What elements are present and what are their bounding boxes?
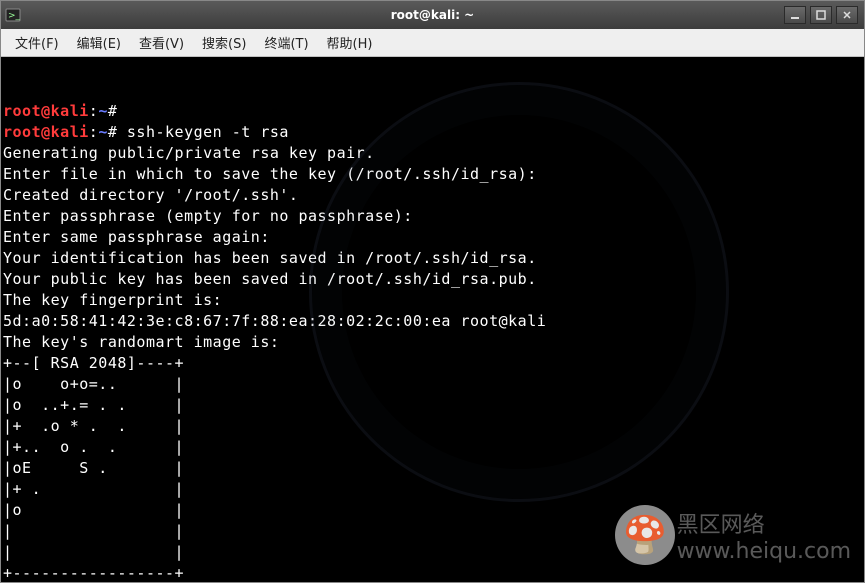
output-line: Created directory '/root/.ssh'. <box>3 186 298 204</box>
randomart-line: |o | <box>3 501 184 519</box>
randomart-line: | | <box>3 543 184 561</box>
output-line: 5d:a0:58:41:42:3e:c8:67:7f:88:ea:28:02:2… <box>3 312 546 330</box>
cmd-ssh-keygen: ssh-keygen -t rsa <box>127 123 289 141</box>
prompt-user: root@kali <box>3 102 89 120</box>
randomart-line: |+ . | <box>3 480 184 498</box>
menu-terminal[interactable]: 终端(T) <box>256 30 316 55</box>
menu-file[interactable]: 文件(F) <box>7 30 67 55</box>
prompt-path: ~ <box>98 102 108 120</box>
minimize-button[interactable] <box>784 6 806 24</box>
output-line: Enter file in which to save the key (/ro… <box>3 165 537 183</box>
output-line: Generating public/private rsa key pair. <box>3 144 375 162</box>
watermark-line2: www.heiqu.com <box>677 539 851 565</box>
close-button[interactable] <box>836 6 858 24</box>
menu-edit[interactable]: 编辑(E) <box>69 30 129 55</box>
prompt-sep: : <box>89 102 99 120</box>
randomart-line: +-----------------+ <box>3 564 184 582</box>
output-line: The key's randomart image is: <box>3 333 279 351</box>
terminal-area[interactable]: root@kali:~# root@kali:~# ssh-keygen -t … <box>1 57 864 582</box>
randomart-line: |+ .o * . . | <box>3 417 184 435</box>
randomart-line: |oE S . | <box>3 459 184 477</box>
maximize-button[interactable] <box>810 6 832 24</box>
randomart-line: |o ..+.= . . | <box>3 396 184 414</box>
menubar: 文件(F) 编辑(E) 查看(V) 搜索(S) 终端(T) 帮助(H) <box>1 29 864 57</box>
watermark-icon: 🍄 <box>615 505 675 565</box>
output-line: Your public key has been saved in /root/… <box>3 270 537 288</box>
output-line: Your identification has been saved in /r… <box>3 249 537 267</box>
window-title: root@kali: ~ <box>1 8 864 22</box>
watermark-text: 黑区网络 www.heiqu.com <box>677 513 851 565</box>
menu-help[interactable]: 帮助(H) <box>319 30 381 55</box>
randomart-line: +--[ RSA 2048]----+ <box>3 354 184 372</box>
randomart-line: |+.. o . . | <box>3 438 184 456</box>
randomart-line: |o o+o=.. | <box>3 375 184 393</box>
prompt-path: ~ <box>98 123 108 141</box>
prompt-hash: # <box>108 102 118 120</box>
prompt-user: root@kali <box>3 123 89 141</box>
watermark-line1: 黑区网络 <box>677 513 851 539</box>
output-line: Enter same passphrase again: <box>3 228 270 246</box>
menu-view[interactable]: 查看(V) <box>131 30 192 55</box>
randomart-line: | | <box>3 522 184 540</box>
output-line: The key fingerprint is: <box>3 291 222 309</box>
prompt-hash: # <box>108 123 118 141</box>
prompt-sep: : <box>89 123 99 141</box>
output-line: Enter passphrase (empty for no passphras… <box>3 207 413 225</box>
menu-search[interactable]: 搜索(S) <box>194 30 254 55</box>
window-titlebar: >_ root@kali: ~ <box>1 1 864 29</box>
